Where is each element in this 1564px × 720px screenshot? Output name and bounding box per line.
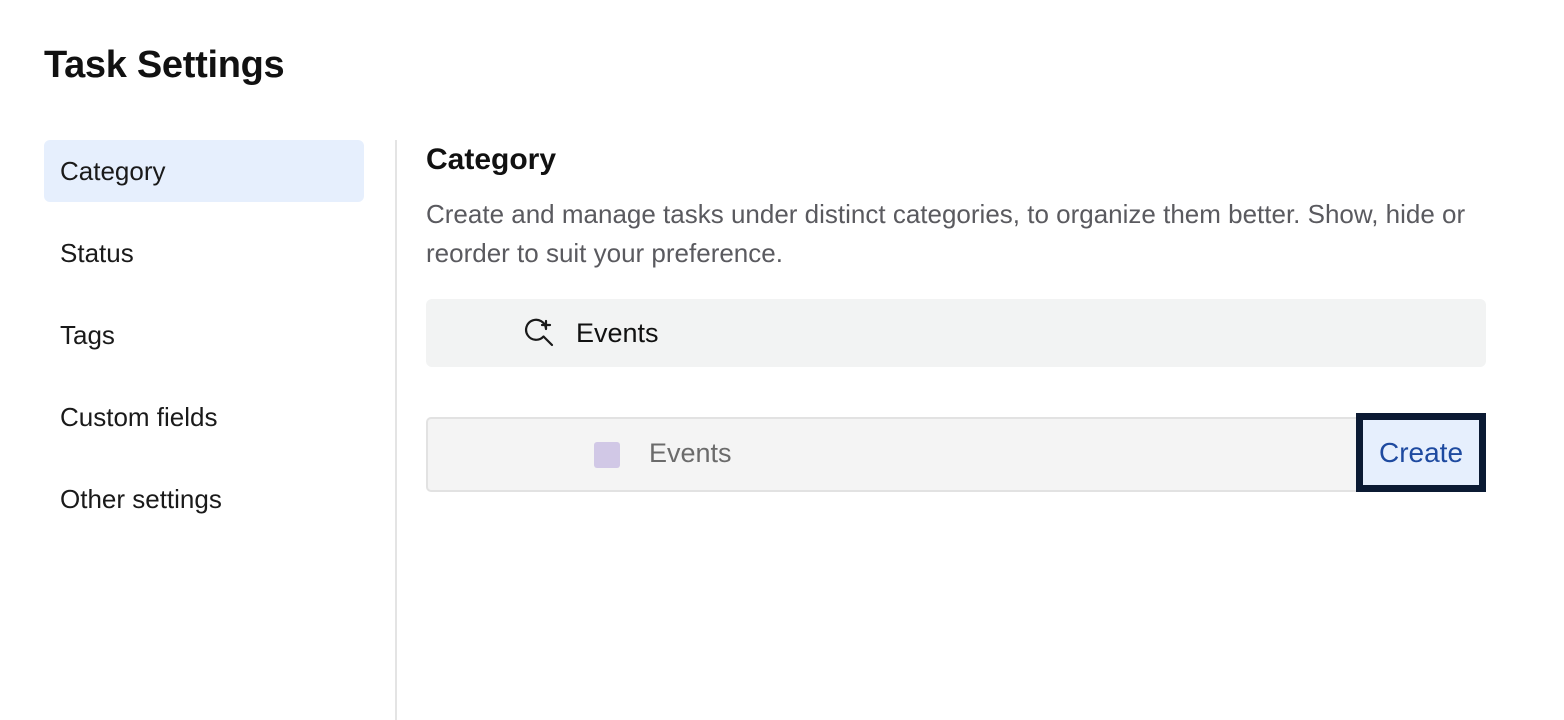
search-input[interactable]: Events (576, 318, 659, 349)
sidebar-item-status[interactable]: Status (44, 222, 364, 284)
new-category-name[interactable]: Events (649, 438, 732, 469)
sidebar-item-label: Category (60, 155, 166, 186)
page-title: Task Settings (44, 44, 285, 86)
create-button[interactable]: Create (1356, 413, 1486, 492)
sidebar-item-other-settings[interactable]: Other settings (44, 468, 364, 530)
sidebar-divider (395, 140, 397, 720)
category-panel: Category Create and manage tasks under d… (426, 140, 1486, 492)
sidebar-item-category[interactable]: Category (44, 140, 364, 202)
category-color-swatch[interactable] (594, 442, 620, 468)
search-add-icon (524, 317, 556, 349)
settings-sidebar: Category Status Tags Custom fields Other… (44, 140, 364, 550)
category-search-box[interactable]: Events (426, 299, 1486, 367)
section-description: Create and manage tasks under distinct c… (426, 199, 1466, 268)
sidebar-item-label: Other settings (60, 483, 222, 514)
sidebar-item-label: Tags (60, 319, 115, 350)
sidebar-item-label: Status (60, 237, 134, 268)
sidebar-item-custom-fields[interactable]: Custom fields (44, 386, 364, 448)
section-title: Category (426, 143, 557, 176)
create-category-row: Events Create (426, 413, 1486, 492)
sidebar-item-tags[interactable]: Tags (44, 304, 364, 366)
sidebar-item-label: Custom fields (60, 401, 218, 432)
